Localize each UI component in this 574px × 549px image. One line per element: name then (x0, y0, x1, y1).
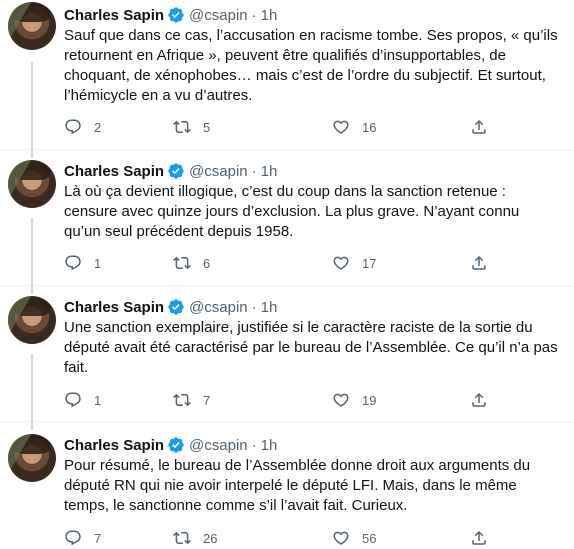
reply-count: 1 (94, 392, 102, 408)
avatar[interactable] (8, 2, 56, 50)
author-handle[interactable]: @csapin (189, 7, 248, 24)
retweet-icon (173, 120, 191, 134)
tweet-text: Pour résumé, le bureau de l’Assemblée do… (64, 457, 531, 514)
tweet[interactable]: Charles Sapin @csapin · 1h Pour résumé, … (0, 430, 574, 548)
retweet-count: 7 (203, 392, 211, 408)
tweet-text: Une sanction exemplaire, justifiée si le… (64, 319, 558, 376)
timestamp[interactable]: 1h (261, 299, 278, 316)
retweet-count: 26 (203, 530, 218, 546)
avatar[interactable] (8, 296, 56, 344)
like-button[interactable]: 19 (332, 391, 376, 409)
tweet-header: Charles Sapin @csapin · 1h (64, 5, 277, 25)
share-icon (472, 119, 486, 134)
retweet-count: 5 (203, 119, 211, 135)
share-button[interactable] (470, 391, 488, 409)
like-count: 19 (362, 392, 377, 408)
tweet-header: Charles Sapin @csapin · 1h (64, 161, 277, 181)
retweet-icon (173, 256, 191, 270)
share-button[interactable] (470, 118, 488, 136)
tweet-actions: 7 26 56 (64, 529, 504, 549)
verified-badge-icon (168, 7, 184, 23)
reply-icon (65, 119, 81, 135)
avatar[interactable] (8, 434, 56, 482)
tweet-text: Là où ça devient illogique, c’est du cou… (64, 183, 520, 240)
tweet-actions: 2 5 16 (64, 118, 504, 138)
share-icon (472, 392, 486, 407)
like-count: 56 (362, 530, 377, 546)
retweet-button[interactable]: 7 (173, 391, 210, 409)
thread-connector (31, 62, 33, 158)
author-handle[interactable]: @csapin (189, 163, 248, 180)
author-name[interactable]: Charles Sapin (64, 7, 164, 24)
retweet-button[interactable]: 5 (173, 118, 210, 136)
reply-count: 1 (94, 255, 102, 271)
tweet-header: Charles Sapin @csapin · 1h (64, 297, 277, 317)
avatar[interactable] (8, 160, 56, 208)
retweet-icon (173, 393, 191, 407)
reply-icon (65, 530, 81, 546)
reply-button[interactable]: 1 (64, 391, 101, 409)
reply-count: 2 (94, 119, 102, 135)
author-name[interactable]: Charles Sapin (64, 163, 164, 180)
like-icon (333, 531, 349, 545)
separator: · (251, 298, 257, 316)
like-count: 17 (362, 255, 377, 271)
author-name[interactable]: Charles Sapin (64, 437, 164, 454)
like-icon (333, 256, 349, 270)
timestamp[interactable]: 1h (261, 7, 278, 24)
tweet[interactable]: Charles Sapin @csapin · 1h Une sanction … (0, 292, 574, 430)
share-button[interactable] (470, 529, 488, 547)
verified-badge-icon (168, 299, 184, 315)
reply-button[interactable]: 2 (64, 118, 101, 136)
reply-button[interactable]: 7 (64, 529, 101, 547)
retweet-button[interactable]: 6 (173, 254, 210, 272)
like-icon (333, 120, 349, 134)
tweet[interactable]: Charles Sapin @csapin · 1h Sauf que dans… (0, 0, 574, 158)
share-icon (472, 530, 486, 545)
like-button[interactable]: 56 (332, 529, 376, 547)
retweet-count: 6 (203, 255, 211, 271)
verified-badge-icon (168, 163, 184, 179)
reply-icon (65, 392, 81, 408)
timestamp[interactable]: 1h (261, 437, 278, 454)
like-button[interactable]: 16 (332, 118, 376, 136)
share-button[interactable] (470, 254, 488, 272)
reply-button[interactable]: 1 (64, 254, 101, 272)
like-button[interactable]: 17 (332, 254, 376, 272)
verified-badge-icon (168, 437, 184, 453)
thread-connector (31, 218, 33, 294)
tweet-thread: Charles Sapin @csapin · 1h Sauf que dans… (0, 0, 574, 548)
tweet-header: Charles Sapin @csapin · 1h (64, 435, 277, 455)
thread-connector (31, 354, 33, 430)
separator: · (251, 436, 257, 454)
retweet-icon (173, 531, 191, 545)
tweet[interactable]: Charles Sapin @csapin · 1h Là où ça devi… (0, 156, 574, 294)
tweet-actions: 1 7 19 (64, 391, 504, 411)
timestamp[interactable]: 1h (261, 163, 278, 180)
reply-count: 7 (94, 530, 102, 546)
tweet-actions: 1 6 17 (64, 254, 504, 274)
separator: · (251, 162, 257, 180)
retweet-button[interactable]: 26 (173, 529, 217, 547)
like-icon (333, 393, 349, 407)
tweet-text: Sauf que dans ce cas, l’accusation en ra… (64, 27, 558, 104)
share-icon (472, 255, 486, 270)
author-handle[interactable]: @csapin (189, 437, 248, 454)
author-handle[interactable]: @csapin (189, 299, 248, 316)
author-name[interactable]: Charles Sapin (64, 299, 164, 316)
like-count: 16 (362, 119, 377, 135)
reply-icon (65, 255, 81, 271)
separator: · (251, 6, 257, 24)
